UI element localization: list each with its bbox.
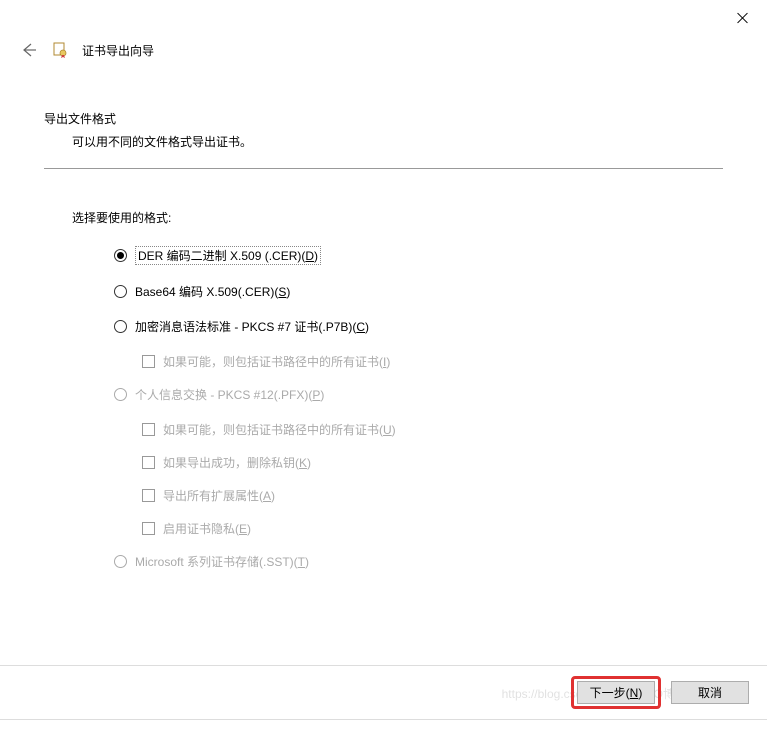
checkbox-label: 如果可能，则包括证书路径中的所有证书(I) xyxy=(163,353,390,370)
section-desc: 可以用不同的文件格式导出证书。 xyxy=(72,133,723,150)
close-icon[interactable] xyxy=(737,12,749,24)
checkbox-pfx-privacy: 启用证书隐私(E) xyxy=(142,520,723,537)
radio-icon xyxy=(114,320,127,333)
checkbox-icon xyxy=(142,423,155,436)
radio-pfx-label: 个人信息交换 - PKCS #12(.PFX)(P) xyxy=(135,386,324,403)
format-select-label: 选择要使用的格式: xyxy=(72,209,723,226)
checkbox-icon xyxy=(142,522,155,535)
radio-sst-label: Microsoft 系列证书存储(.SST)(T) xyxy=(135,553,309,570)
checkbox-pfx-delete: 如果导出成功，删除私钥(K) xyxy=(142,454,723,471)
radio-der-label: DER 编码二进制 X.509 (.CER)(D) xyxy=(135,246,321,265)
next-button[interactable]: 下一步(N) xyxy=(577,681,655,704)
checkbox-icon xyxy=(142,456,155,469)
next-button-highlight: 下一步(N) xyxy=(571,676,661,709)
radio-base64-label: Base64 编码 X.509(.CER)(S) xyxy=(135,283,290,300)
checkbox-pkcs7-include: 如果可能，则包括证书路径中的所有证书(I) xyxy=(142,353,723,370)
wizard-footer: 下一步(N) 取消 xyxy=(0,665,767,720)
radio-pkcs7[interactable]: 加密消息语法标准 - PKCS #7 证书(.P7B)(C) xyxy=(114,318,723,335)
checkbox-icon xyxy=(142,489,155,502)
radio-der[interactable]: DER 编码二进制 X.509 (.CER)(D) xyxy=(114,246,723,265)
certificate-icon xyxy=(52,42,68,58)
radio-icon xyxy=(114,555,127,568)
checkbox-label: 如果导出成功，删除私钥(K) xyxy=(163,454,311,471)
radio-sst: Microsoft 系列证书存储(.SST)(T) xyxy=(114,553,723,570)
checkbox-label: 启用证书隐私(E) xyxy=(163,520,251,537)
wizard-header: 证书导出向导 xyxy=(0,30,767,70)
checkbox-pfx-ext: 导出所有扩展属性(A) xyxy=(142,487,723,504)
checkbox-pfx-include: 如果可能，则包括证书路径中的所有证书(U) xyxy=(142,421,723,438)
section-title: 导出文件格式 xyxy=(44,110,723,127)
checkbox-label: 导出所有扩展属性(A) xyxy=(163,487,275,504)
cancel-button[interactable]: 取消 xyxy=(671,681,749,704)
wizard-title: 证书导出向导 xyxy=(82,42,154,59)
radio-base64[interactable]: Base64 编码 X.509(.CER)(S) xyxy=(114,283,723,300)
checkbox-label: 如果可能，则包括证书路径中的所有证书(U) xyxy=(163,421,396,438)
radio-icon xyxy=(114,249,127,262)
checkbox-icon xyxy=(142,355,155,368)
radio-icon xyxy=(114,388,127,401)
divider xyxy=(44,168,723,169)
radio-icon xyxy=(114,285,127,298)
radio-pkcs7-label: 加密消息语法标准 - PKCS #7 证书(.P7B)(C) xyxy=(135,318,369,335)
radio-pfx: 个人信息交换 - PKCS #12(.PFX)(P) xyxy=(114,386,723,403)
back-arrow-icon[interactable] xyxy=(18,40,38,60)
